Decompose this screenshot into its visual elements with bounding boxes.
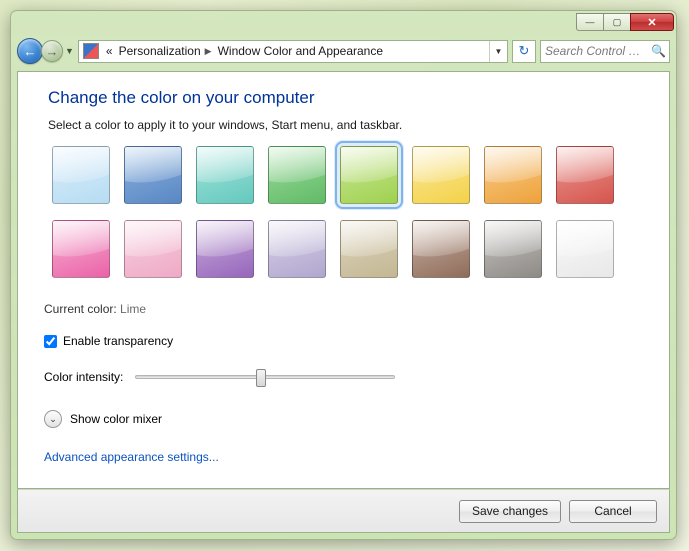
mixer-label: Show color mixer <box>70 412 162 426</box>
personalization-icon <box>83 43 99 59</box>
color-swatch-sky[interactable] <box>52 146 110 204</box>
address-bar[interactable]: « Personalization ▶ Window Color and App… <box>78 40 508 63</box>
show-color-mixer[interactable]: ⌄ Show color mixer <box>44 410 647 428</box>
color-swatch-violet[interactable] <box>196 220 254 278</box>
color-swatch-leaf[interactable] <box>268 146 326 204</box>
forward-button[interactable]: → <box>41 40 63 62</box>
color-swatch-twilight[interactable] <box>124 146 182 204</box>
forward-arrow-icon: → <box>46 44 59 59</box>
intensity-slider[interactable] <box>135 375 395 379</box>
breadcrumb-back[interactable]: « <box>103 44 116 58</box>
titlebar: — ▢ ✕ <box>12 12 675 32</box>
transparency-label: Enable transparency <box>63 334 173 348</box>
swatch-shine <box>196 220 254 263</box>
color-swatch-ruby[interactable] <box>556 146 614 204</box>
advanced-appearance-link[interactable]: Advanced appearance settings... <box>44 450 647 464</box>
minimize-button[interactable]: — <box>576 13 604 31</box>
swatch-shine <box>556 146 614 189</box>
back-button[interactable]: ← <box>17 38 43 64</box>
content-area: Change the color on your computer Select… <box>17 71 670 489</box>
color-swatch-pumpkin[interactable] <box>484 146 542 204</box>
search-input[interactable]: Search Control … 🔍 <box>540 40 670 63</box>
intensity-row: Color intensity: <box>44 370 647 384</box>
color-swatch-taupe[interactable] <box>340 220 398 278</box>
swatch-shine <box>268 146 326 189</box>
transparency-checkbox[interactable] <box>44 335 57 348</box>
cancel-button[interactable]: Cancel <box>569 500 657 523</box>
navigation-row: ← → ▼ « Personalization ▶ Window Color a… <box>17 36 670 66</box>
search-placeholder: Search Control … <box>545 44 647 58</box>
page-title: Change the color on your computer <box>48 88 647 108</box>
transparency-row[interactable]: Enable transparency <box>44 334 647 348</box>
swatch-shine <box>52 220 110 263</box>
page-subtitle: Select a color to apply it to your windo… <box>48 118 647 132</box>
swatch-shine <box>556 220 614 263</box>
color-swatch-blush[interactable] <box>124 220 182 278</box>
current-color-label: Current color: <box>44 302 117 316</box>
swatch-shine <box>124 220 182 263</box>
swatch-shine <box>124 146 182 189</box>
current-color-value: Lime <box>120 302 146 316</box>
breadcrumb-label: Personalization <box>119 44 201 58</box>
swatch-shine <box>196 146 254 189</box>
intensity-label: Color intensity: <box>44 370 123 384</box>
nav-history-dropdown-icon[interactable]: ▼ <box>65 46 74 56</box>
color-swatch-fuchsia[interactable] <box>52 220 110 278</box>
swatch-shine <box>412 146 470 189</box>
refresh-button[interactable]: ↻ <box>512 40 536 63</box>
close-button[interactable]: ✕ <box>630 13 674 31</box>
color-swatch-lavender[interactable] <box>268 220 326 278</box>
save-button[interactable]: Save changes <box>459 500 561 523</box>
swatch-shine <box>484 220 542 263</box>
nav-buttons: ← → ▼ <box>17 38 74 64</box>
swatch-shine <box>412 220 470 263</box>
swatch-shine <box>340 146 398 189</box>
color-swatch-sea[interactable] <box>196 146 254 204</box>
swatch-shine <box>484 146 542 189</box>
color-swatch-chocolate[interactable] <box>412 220 470 278</box>
swatch-shine <box>268 220 326 263</box>
back-arrow-icon: ← <box>24 44 37 59</box>
chevron-right-icon: ▶ <box>205 46 212 57</box>
color-swatch-grid <box>52 146 647 282</box>
current-color-row: Current color: Lime <box>44 302 647 316</box>
swatch-shine <box>340 220 398 263</box>
slider-thumb[interactable] <box>256 369 266 387</box>
expand-chevron-icon: ⌄ <box>44 410 62 428</box>
color-swatch-slate[interactable] <box>484 220 542 278</box>
breadcrumb-window-color[interactable]: Window Color and Appearance <box>215 44 386 58</box>
swatch-shine <box>52 146 110 189</box>
address-history-dropdown[interactable]: ▼ <box>489 41 507 62</box>
footer-bar: Save changes Cancel <box>17 489 670 533</box>
breadcrumb-label: Window Color and Appearance <box>218 44 383 58</box>
color-swatch-frost[interactable] <box>556 220 614 278</box>
refresh-icon: ↻ <box>519 43 530 59</box>
maximize-button[interactable]: ▢ <box>603 13 631 31</box>
breadcrumb-personalization[interactable]: Personalization ▶ <box>116 44 215 58</box>
color-swatch-sun[interactable] <box>412 146 470 204</box>
color-swatch-lime[interactable] <box>340 146 398 204</box>
search-icon: 🔍 <box>651 44 665 58</box>
control-panel-window: — ▢ ✕ ← → ▼ « Personalization ▶ Window C… <box>10 10 677 540</box>
